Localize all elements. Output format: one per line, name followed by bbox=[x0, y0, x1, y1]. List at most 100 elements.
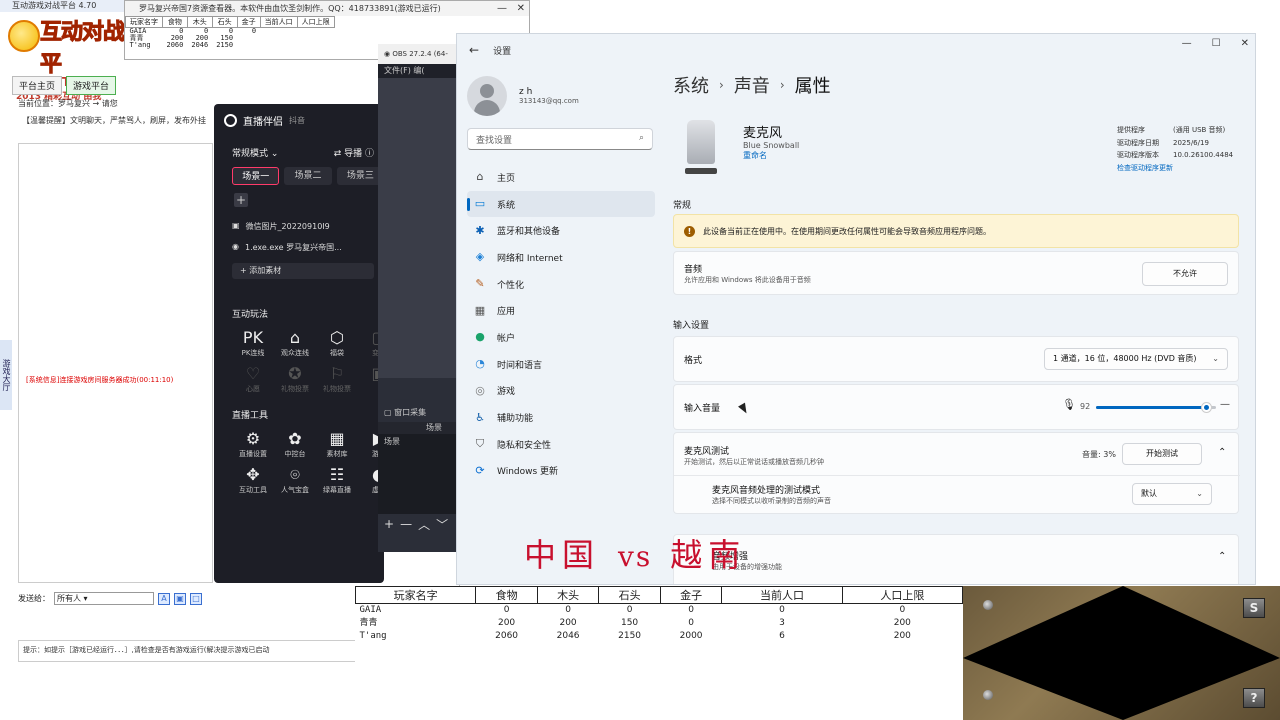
mode-select[interactable]: 常规模式 ⌄ bbox=[232, 146, 278, 159]
scene-2-button[interactable]: 场景二 bbox=[284, 167, 332, 185]
close-icon[interactable]: ✕ bbox=[1241, 38, 1249, 49]
nav-item-11[interactable]: ⟳ Windows 更新 bbox=[467, 458, 655, 485]
live-tools-title: 直播工具 bbox=[232, 411, 269, 421]
tool-label: PK连线 bbox=[241, 349, 265, 357]
nav-item-1[interactable]: ▭ 系统 bbox=[467, 190, 655, 218]
tool-play_tools-6[interactable]: ⚐ 礼物投票 bbox=[316, 364, 358, 394]
tool-play_tools-0[interactable]: PK PK连线 bbox=[232, 328, 274, 358]
tool-live_tools-5[interactable]: ⌾ 人气宝盒 bbox=[274, 465, 316, 495]
remove-icon[interactable]: — bbox=[400, 517, 412, 531]
tool-play_tools-4[interactable]: ♡ 心愿 bbox=[232, 364, 274, 394]
crumb-system[interactable]: 系统 bbox=[673, 72, 709, 98]
nav-item-2[interactable]: ✱ 蓝牙和其他设备 bbox=[467, 217, 655, 244]
chevron-up-icon[interactable]: ⌃ bbox=[1218, 447, 1226, 458]
image-icon[interactable]: ▣ bbox=[174, 592, 186, 605]
tool-live_tools-2[interactable]: ▦ 素材库 bbox=[316, 429, 358, 459]
start-test-button[interactable]: 开始测试 bbox=[1122, 443, 1202, 465]
tool-play_tools-1[interactable]: ⌂ 观众连线 bbox=[274, 328, 316, 358]
table-cell: 2000 bbox=[679, 631, 703, 641]
table-cell: 200 bbox=[497, 618, 516, 628]
window-capture-label[interactable]: ▢ 窗口采集 bbox=[378, 404, 456, 422]
match-overlay-text: 中国 vs 越南 bbox=[524, 530, 746, 576]
nav-item-6[interactable]: ● 帐户 bbox=[467, 324, 655, 351]
nav-item-3[interactable]: ◈ 网络和 Internet bbox=[467, 244, 655, 271]
maximize-icon[interactable]: ☐ bbox=[1212, 38, 1221, 49]
audio-title: 音频 bbox=[684, 265, 703, 275]
volume-slider-thumb[interactable] bbox=[1201, 402, 1213, 413]
table-cell: 0 bbox=[779, 605, 785, 615]
resource-viewer-title-text: 罗马复兴帝国7资源查看器。本软件由血饮圣剑制作。QQ：418733891(游戏已… bbox=[139, 4, 441, 13]
source-item-game[interactable]: ◉ 1.exe.exe 罗马复兴帝国... bbox=[232, 242, 384, 253]
tool-play_tools-5[interactable]: ✪ 礼物投票 bbox=[274, 364, 316, 394]
back-arrow-icon[interactable]: ← bbox=[469, 43, 479, 57]
send-target-select[interactable]: 所有人 ▾ bbox=[54, 592, 154, 605]
checkbox-icon[interactable]: □ bbox=[190, 592, 202, 605]
nav-item-0[interactable]: ⌂ 主页 bbox=[467, 164, 655, 191]
scene-3-button[interactable]: 场景三 bbox=[336, 167, 384, 185]
device-header: 麦克风 Blue Snowball 重命名 bbox=[683, 118, 799, 178]
mic-test-desc: 开始测试，然后以正常说话或播放音频几秒钟 bbox=[684, 458, 824, 466]
breadcrumb: 系统 › 声音 › 属性 bbox=[673, 72, 831, 98]
scene-list[interactable]: 场景 bbox=[378, 434, 456, 514]
obs-menu[interactable]: 文件(F) 编( bbox=[378, 64, 456, 78]
nav-item-7[interactable]: ◔ 时间和语言 bbox=[467, 351, 655, 378]
chevron-up-icon[interactable]: ⌃ bbox=[1218, 551, 1226, 562]
nav-icon: ▭ bbox=[474, 197, 486, 211]
platform-logo: 互动对战平 HD.FXT365.C 2013 精彩互动 由我 bbox=[6, 14, 131, 102]
processing-title: 麦克风音频处理的测试模式 bbox=[712, 486, 821, 496]
processing-dropdown[interactable]: 默认 ⌄ bbox=[1132, 483, 1212, 505]
nav-item-9[interactable]: ♿ 辅助功能 bbox=[467, 404, 655, 431]
scene-1-button[interactable]: 场景一 bbox=[232, 167, 280, 185]
add-icon[interactable]: + bbox=[384, 517, 394, 531]
volume-value: 92 bbox=[1080, 402, 1091, 411]
nav-item-5[interactable]: ▦ 应用 bbox=[467, 297, 655, 324]
close-icon[interactable]: ✕ bbox=[517, 1, 525, 16]
tool-icon: ♡ bbox=[245, 364, 261, 383]
up-icon[interactable]: ︿ bbox=[418, 516, 430, 533]
minimize-icon[interactable]: — bbox=[1182, 38, 1192, 49]
microphone-icon bbox=[683, 118, 719, 178]
user-profile[interactable]: z h 313143@qq.com bbox=[467, 76, 579, 116]
tab-games[interactable]: 游戏平台 bbox=[66, 76, 117, 95]
nav-icon: ⛉ bbox=[475, 437, 485, 451]
minimap-help-button[interactable]: ? bbox=[1243, 688, 1265, 708]
format-dropdown[interactable]: 1 通道，16 位，48000 Hz (DVD 音质) ⌄ bbox=[1044, 348, 1228, 370]
nav-icon: ✎ bbox=[475, 277, 485, 291]
disallow-button[interactable]: 不允许 bbox=[1142, 262, 1228, 286]
nav-label: 隐私和安全性 bbox=[497, 440, 552, 451]
table-cell: 0 bbox=[626, 605, 633, 615]
rename-link[interactable]: 重命名 bbox=[743, 150, 799, 161]
add-source-button[interactable]: + 添加素材 bbox=[232, 263, 374, 279]
tool-live_tools-4[interactable]: ✥ 互动工具 bbox=[232, 465, 274, 495]
nav-item-10[interactable]: ⛉ 隐私和安全性 bbox=[467, 431, 655, 458]
enhance-card: 音频增强 由用于设备的增强功能 ⌃ bbox=[673, 534, 1239, 584]
tool-live_tools-6[interactable]: ☷ 绿幕直播 bbox=[316, 465, 358, 495]
resource-col-header: 人口上限 bbox=[841, 586, 964, 604]
obs-preview bbox=[378, 78, 456, 378]
add-scene-button[interactable]: + bbox=[234, 193, 248, 207]
nav-item-4[interactable]: ✎ 个性化 bbox=[467, 271, 655, 298]
source-item-image[interactable]: ▣ 微信图片_20220910I9 bbox=[232, 221, 384, 232]
tab-home[interactable]: 平台主页 bbox=[12, 76, 63, 95]
user-name: z h bbox=[519, 87, 533, 97]
table-cell bbox=[297, 35, 334, 42]
down-icon[interactable]: ﹀ bbox=[436, 516, 448, 533]
microphone-small-icon[interactable]: 🎙 bbox=[1062, 398, 1076, 411]
minimap-s-button[interactable]: S bbox=[1243, 598, 1265, 618]
crumb-sound[interactable]: 声音 bbox=[734, 72, 770, 98]
tool-live_tools-1[interactable]: ✿ 中控台 bbox=[274, 429, 316, 459]
font-a-button[interactable]: A bbox=[158, 592, 170, 605]
table-cell: 0 bbox=[688, 618, 694, 628]
nav-label: 主页 bbox=[497, 173, 516, 184]
check-driver-link[interactable]: 检查驱动程序更新 bbox=[1117, 162, 1233, 175]
minimize-icon[interactable]: — bbox=[497, 1, 507, 16]
overlay-left-team: 中国 bbox=[524, 536, 601, 574]
search-input[interactable]: 查找设置 ⌕ bbox=[467, 128, 653, 150]
guide-button[interactable]: ⇄ 导播 ⓘ bbox=[334, 146, 374, 159]
resource-table: 玩家名字 食物 木头 石头 金子 当前人口 人口上限 GAIA 0 0 0 0 0 0 青青 200 200 1… bbox=[354, 586, 964, 643]
tool-play_tools-2[interactable]: ⬡ 福袋 bbox=[316, 328, 358, 358]
game-minimap[interactable]: S ? bbox=[963, 586, 1280, 720]
lobby-side-tab[interactable]: 游戏大厅 bbox=[0, 340, 12, 410]
nav-item-8[interactable]: ◎ 游戏 bbox=[467, 378, 655, 405]
tool-live_tools-0[interactable]: ⚙ 直播设置 bbox=[232, 429, 274, 459]
